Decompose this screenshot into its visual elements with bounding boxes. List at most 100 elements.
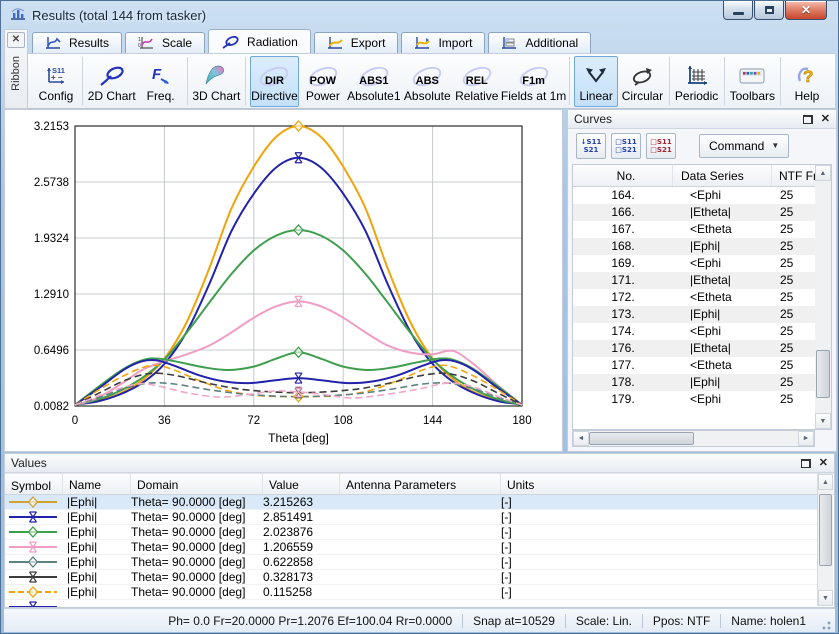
curve-symbol-icon bbox=[5, 510, 63, 524]
ribbon-button-label: Freq. bbox=[147, 89, 175, 103]
ribbon-button-help[interactable]: ?Help bbox=[785, 56, 829, 107]
tab-additional[interactable]: Additional bbox=[488, 32, 591, 53]
values-table-row[interactable]: |Ephi|Theta= 90.0000 [deg]2.023876[-] bbox=[5, 525, 817, 540]
column-no[interactable]: No. bbox=[573, 165, 673, 186]
curves-table-row[interactable]: 171.|Etheta|25 bbox=[573, 272, 831, 289]
row-ntf-freq: 25 bbox=[772, 238, 816, 255]
row-units: [-] bbox=[501, 495, 817, 509]
restore-button[interactable] bbox=[754, 1, 784, 20]
values-table-row[interactable]: |Ephi|Theta= 90.0000 [deg]1.206559[-] bbox=[5, 540, 817, 555]
curves-table-row[interactable]: 169.<Ephi25 bbox=[573, 255, 831, 272]
column-data-series[interactable]: Data Series bbox=[673, 165, 772, 186]
ribbon-button-linear[interactable]: Linear bbox=[574, 56, 618, 107]
curves-horizontal-scrollbar[interactable]: ◄ ► bbox=[572, 430, 815, 447]
curves-vertical-scrollbar[interactable]: ▲ ▼ bbox=[815, 164, 832, 430]
curves-table-row[interactable]: 178.|Ephi|25 bbox=[573, 374, 831, 391]
row-units: [-] bbox=[501, 525, 817, 539]
ribbon-button-toolbars[interactable]: Toolbars bbox=[728, 56, 776, 107]
absolute1-icon: ABS1 bbox=[357, 61, 390, 87]
ribbon-close-button[interactable]: ✕ bbox=[7, 32, 25, 48]
scroll-down-icon[interactable]: ▼ bbox=[818, 590, 833, 606]
command-dropdown[interactable]: Command ▼ bbox=[699, 134, 789, 158]
ribbon-button-2d-chart[interactable]: 2D Chart bbox=[87, 56, 137, 107]
values-table-row[interactable]: |Ephi|Theta= 90.0000 [deg]2.851491[-] bbox=[5, 510, 817, 525]
values-vertical-scrollbar[interactable]: ▲ ▼ bbox=[817, 474, 833, 606]
row-no: 176. bbox=[573, 340, 673, 357]
column-name[interactable]: Name bbox=[63, 474, 131, 494]
scroll-up-icon[interactable]: ▲ bbox=[815, 165, 831, 181]
ribbon-group-separator bbox=[669, 57, 670, 105]
values-table-row[interactable] bbox=[5, 600, 817, 607]
values-table-row[interactable]: |Ephi|Theta= 90.0000 [deg]0.115258[-] bbox=[5, 585, 817, 600]
svg-text:36: 36 bbox=[158, 415, 171, 427]
curves-table-row[interactable]: 166.|Etheta|25 bbox=[573, 204, 831, 221]
column-value[interactable]: Value bbox=[263, 474, 340, 494]
plot-s-params-button[interactable]: ↓S11S21 bbox=[576, 133, 606, 159]
scrollbar-thumb[interactable] bbox=[819, 494, 832, 566]
ribbon-button-relative[interactable]: RELRelative bbox=[454, 56, 500, 107]
ribbon-button-directive[interactable]: DIRDirective bbox=[250, 56, 299, 107]
row-name: |Ephi| bbox=[63, 510, 131, 524]
minimize-button[interactable] bbox=[723, 1, 753, 20]
values-table-row[interactable]: |Ephi|Theta= 90.0000 [deg]0.622858[-] bbox=[5, 555, 817, 570]
column-antenna-parameters[interactable]: Antenna Parameters bbox=[340, 474, 501, 494]
ribbon-button-absolute1[interactable]: ABS1Absolute1 bbox=[347, 56, 401, 107]
check-s-params-button[interactable]: □S11□S21 bbox=[611, 133, 641, 159]
scroll-up-icon[interactable]: ▲ bbox=[818, 474, 833, 490]
status-name: Name: holen1 bbox=[720, 614, 816, 628]
curves-table-row[interactable]: 164.<Ephi25 bbox=[573, 187, 831, 204]
scrollbar-thumb[interactable] bbox=[589, 432, 694, 445]
column-domain[interactable]: Domain bbox=[131, 474, 263, 494]
tab-radiation[interactable]: Radiation bbox=[208, 29, 311, 53]
curves-table-row[interactable]: 179.<Ephi25 bbox=[573, 391, 831, 408]
column-ntf-freq[interactable]: NTF Freq bbox=[772, 165, 816, 186]
close-panel-icon[interactable]: ✕ bbox=[819, 458, 828, 468]
ribbon-button-circular[interactable]: Circular bbox=[620, 56, 665, 107]
scroll-left-icon[interactable]: ◄ bbox=[573, 431, 589, 446]
ribbon-button-config[interactable]: S11+ −Config bbox=[34, 56, 78, 107]
column-units[interactable]: Units bbox=[501, 474, 834, 494]
values-table-row[interactable]: |Ephi|Theta= 90.0000 [deg]3.215263[-] bbox=[5, 495, 817, 510]
row-no: 178. bbox=[573, 374, 673, 391]
curves-table-row[interactable]: 168.|Ephi|25 bbox=[573, 238, 831, 255]
ribbon-button-label: Absolute bbox=[404, 89, 451, 103]
tab-import[interactable]: Import bbox=[401, 32, 485, 53]
float-panel-icon[interactable] bbox=[801, 459, 811, 468]
ribbon-button-power[interactable]: POWPower bbox=[301, 56, 345, 107]
curves-table-row[interactable]: 173.|Ephi|25 bbox=[573, 306, 831, 323]
curves-table-row[interactable]: 174.<Ephi25 bbox=[573, 323, 831, 340]
ribbon-group-separator bbox=[82, 57, 83, 105]
tab-scale[interactable]: 10 Scale bbox=[125, 32, 205, 53]
close-button[interactable]: ✕ bbox=[785, 1, 827, 20]
tab-export[interactable]: Export bbox=[314, 32, 399, 53]
app-window: Results (total 144 from tasker) ✕ ✕ Ribb… bbox=[0, 0, 839, 634]
row-data-series: <Etheta bbox=[673, 221, 772, 238]
curves-table-row[interactable]: 176.|Etheta|25 bbox=[573, 340, 831, 357]
check-s-params-red-button[interactable]: □S11□S21 bbox=[646, 133, 676, 159]
svg-text:+ −: + − bbox=[51, 73, 63, 82]
curve-symbol-icon bbox=[5, 540, 63, 554]
row-value: 0.622858 bbox=[263, 555, 340, 569]
ribbon-button-periodic[interactable]: Periodic bbox=[673, 56, 719, 107]
resize-grip-icon[interactable] bbox=[818, 617, 832, 631]
values-table-row[interactable]: |Ephi|Theta= 90.0000 [deg]0.328173[-] bbox=[5, 570, 817, 585]
curves-table-row[interactable]: 177.<Etheta25 bbox=[573, 357, 831, 374]
close-panel-icon[interactable]: ✕ bbox=[821, 114, 830, 124]
ribbon-button-absolute[interactable]: ABSAbsolute bbox=[403, 56, 452, 107]
scroll-right-icon[interactable]: ► bbox=[798, 431, 814, 446]
tab-results[interactable]: Results bbox=[32, 32, 122, 53]
curves-panel-titlebar: Curves ✕ bbox=[568, 110, 836, 129]
float-panel-icon[interactable] bbox=[803, 115, 813, 124]
row-data-series: <Ephi bbox=[673, 391, 772, 408]
column-symbol[interactable]: Symbol bbox=[5, 474, 63, 494]
curves-table-row[interactable]: 167.<Etheta25 bbox=[573, 221, 831, 238]
ribbon-button-fields-at-1m[interactable]: F1mFields at 1m bbox=[502, 56, 566, 107]
ribbon-button-freq[interactable]: FFreq. bbox=[139, 56, 183, 107]
ribbon-button-3d-chart[interactable]: 3D Chart bbox=[191, 56, 241, 107]
chevron-down-icon: ▼ bbox=[771, 141, 779, 150]
svg-text:?: ? bbox=[803, 67, 813, 86]
scroll-down-icon[interactable]: ▼ bbox=[815, 413, 831, 429]
curves-panel-title: Curves bbox=[574, 112, 612, 126]
curves-table-row[interactable]: 172.<Etheta25 bbox=[573, 289, 831, 306]
scrollbar-thumb[interactable] bbox=[816, 350, 830, 398]
